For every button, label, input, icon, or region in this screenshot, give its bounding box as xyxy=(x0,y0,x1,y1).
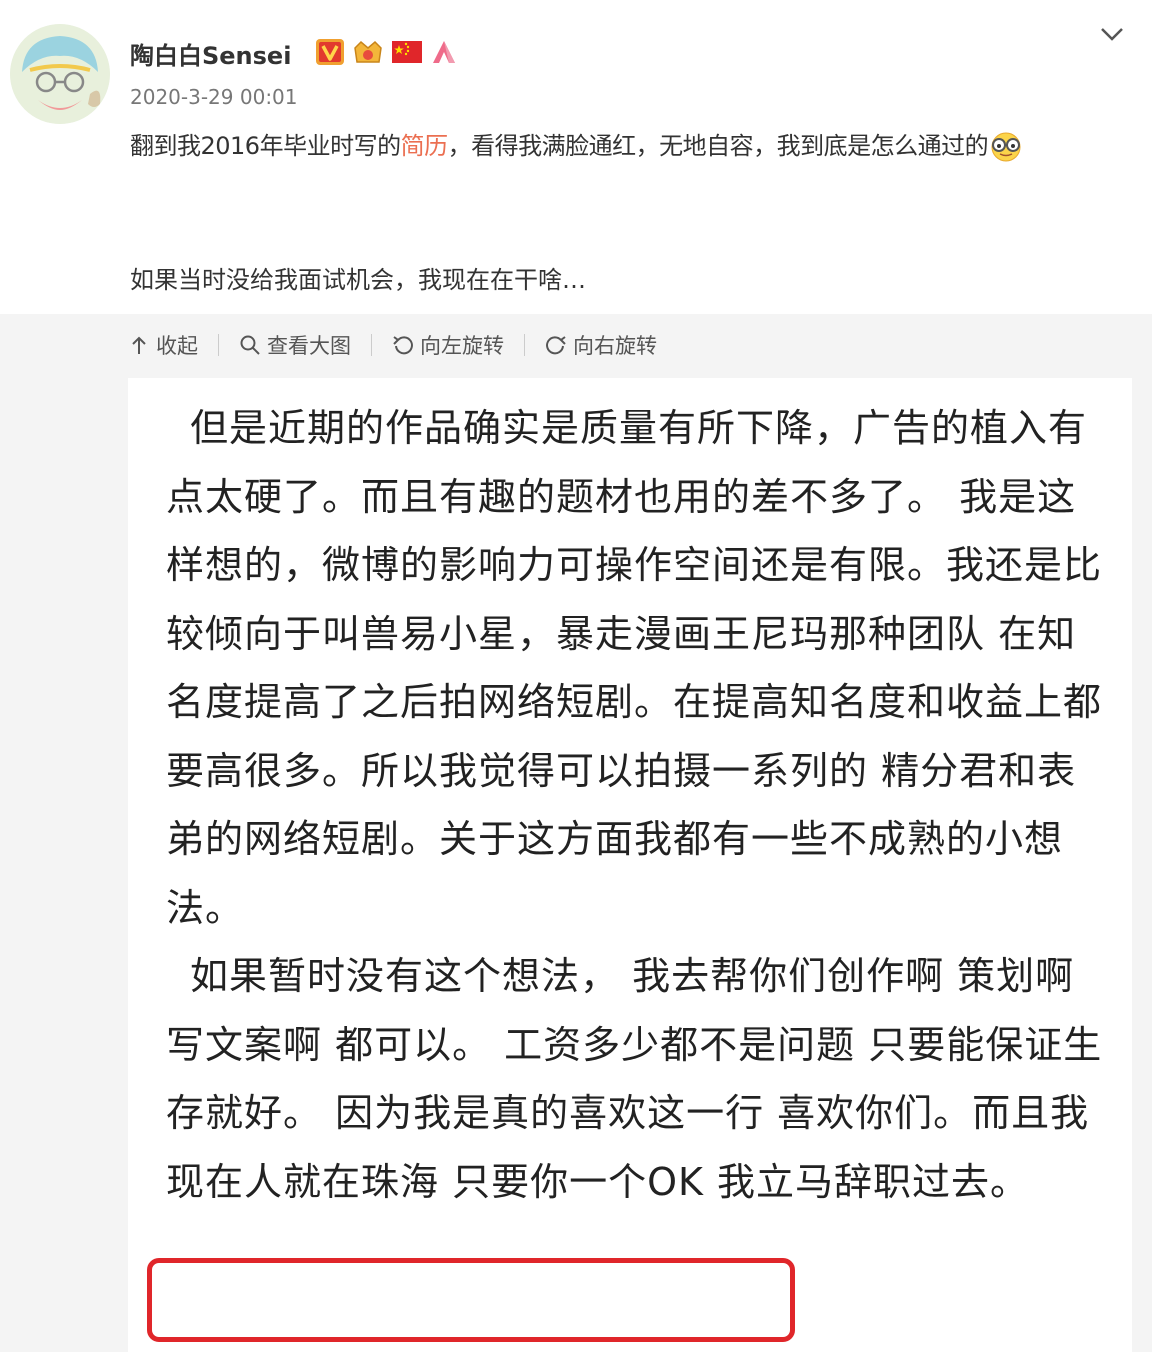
resume-topic-link[interactable]: 简历 xyxy=(401,132,449,160)
china-flag-badge-icon[interactable] xyxy=(391,38,423,66)
rotate-right-button[interactable]: 向右旋转 xyxy=(545,330,657,360)
post-timestamp[interactable]: 2020-3-29 00:01 xyxy=(130,85,298,109)
view-large-button[interactable]: 查看大图 xyxy=(239,330,351,360)
collapse-button[interactable]: 收起 xyxy=(128,330,198,360)
toolbar-divider xyxy=(524,334,525,356)
weibo-post: 陶白白Sensei 2020-3-29 00:01 翻到我2016年毕业时写的简… xyxy=(0,0,1152,1352)
nerd-face-emoji-icon xyxy=(988,132,1024,162)
media-toolbar: 收起 查看大图 向左旋转 向右旋转 xyxy=(128,328,657,362)
red-highlight-box xyxy=(147,1258,795,1342)
rotate-left-button[interactable]: 向左旋转 xyxy=(392,330,504,360)
toolbar-divider xyxy=(371,334,372,356)
post-text-part1: 翻到我2016年毕业时写的 xyxy=(130,132,401,160)
crown-badge-icon[interactable] xyxy=(351,38,385,66)
collapse-up-icon xyxy=(132,336,146,354)
rotate-right-icon xyxy=(546,336,566,355)
post-text-line2: 如果当时没给我面试机会，我现在在干啥… xyxy=(130,266,586,294)
rotate-left-label: 向左旋转 xyxy=(420,334,504,358)
image-paragraph-1: 但是近期的作品确实是质量有所下降，广告的植入有点太硬了。而且有趣的题材也用的差不… xyxy=(166,406,1103,930)
collapse-label: 收起 xyxy=(156,334,198,358)
magnifier-icon xyxy=(240,335,260,355)
view-large-label: 查看大图 xyxy=(267,334,351,358)
post-text-part2: ，看得我满脸通红，无地自容，我到底是怎么通过的 xyxy=(447,132,989,160)
author-badges xyxy=(315,38,459,68)
avatar[interactable] xyxy=(10,24,110,124)
verified-v-badge-icon[interactable] xyxy=(315,38,345,66)
rotate-left-icon xyxy=(393,336,413,355)
post-image[interactable]: 但是近期的作品确实是质量有所下降，广告的植入有点太硬了。而且有趣的题材也用的差不… xyxy=(128,378,1132,1352)
vip-a-badge-icon[interactable] xyxy=(429,38,459,66)
image-paragraph-2: 如果暂时没有这个想法， 我去帮你们创作啊 策划啊 写文案啊 都可以。 工资多少都… xyxy=(166,954,1103,1204)
image-text: 但是近期的作品确实是质量有所下降，广告的植入有点太硬了。而且有趣的题材也用的差不… xyxy=(166,394,1106,1216)
author-name[interactable]: 陶白白Sensei xyxy=(130,36,291,71)
post-text: 翻到我2016年毕业时写的简历，看得我满脸通红，无地自容，我到底是怎么通过的 xyxy=(130,124,1130,168)
avatar-illustration xyxy=(10,24,110,124)
chevron-down-icon[interactable] xyxy=(1096,20,1128,48)
rotate-right-label: 向右旋转 xyxy=(573,334,657,358)
toolbar-divider xyxy=(218,334,219,356)
